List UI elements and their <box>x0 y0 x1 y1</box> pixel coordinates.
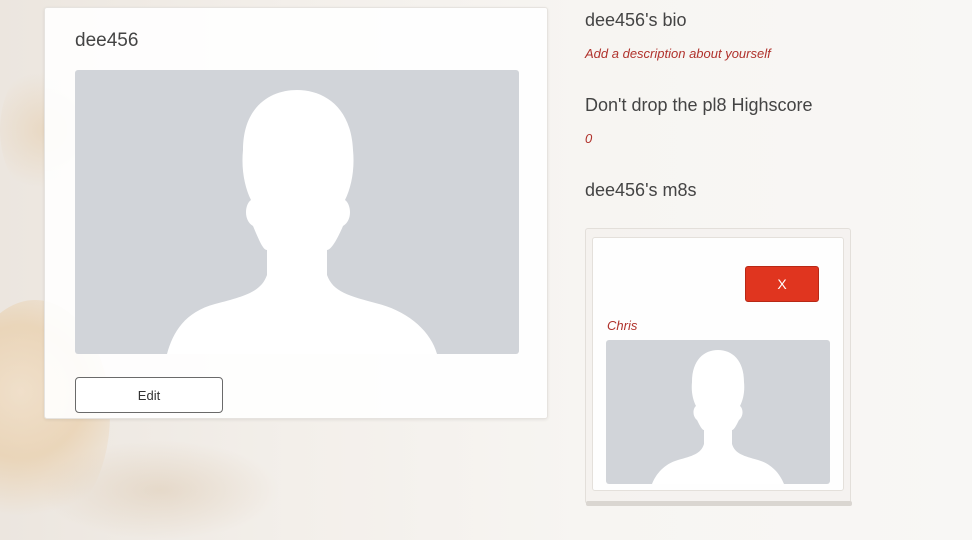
person-silhouette-icon <box>167 90 437 354</box>
mate-name[interactable]: Chris <box>607 318 637 333</box>
bio-heading: dee456's bio <box>585 10 687 30</box>
profile-avatar <box>75 70 519 354</box>
profile-card: dee456 Edit <box>44 7 548 419</box>
edit-profile-button[interactable]: Edit <box>75 377 223 413</box>
remove-mate-button[interactable]: X <box>745 266 819 302</box>
mate-avatar <box>606 340 830 484</box>
highscore-heading: Don't drop the pl8 Highscore <box>585 95 813 115</box>
profile-username: dee456 <box>75 30 139 51</box>
mates-list: X Chris <box>585 228 852 506</box>
background-food-image <box>40 440 280 540</box>
person-silhouette-icon <box>652 350 784 484</box>
mates-heading: dee456's m8s <box>585 180 697 200</box>
mate-card: X Chris <box>592 237 844 491</box>
horizontal-scrollbar[interactable] <box>586 501 852 506</box>
bio-description-link[interactable]: Add a description about yourself <box>585 46 771 61</box>
highscore-value: 0 <box>585 131 593 146</box>
